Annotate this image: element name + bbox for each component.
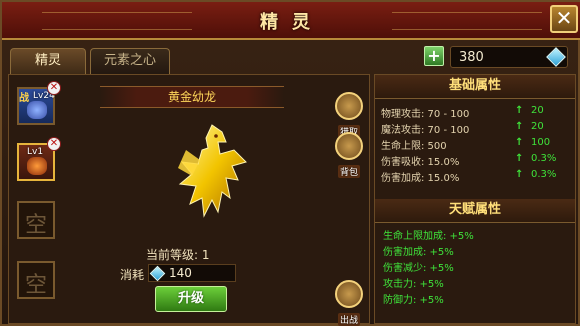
stat-increase: 0.3% (531, 169, 557, 180)
up-arrow-icon: ↑ (515, 153, 524, 164)
pet-slot-1[interactable]: 战 Lv24 ✕ (17, 81, 61, 125)
net-icon (335, 92, 363, 120)
up-arrow-icon: ↑ (515, 105, 524, 116)
talent-row: 伤害减少: +5% (383, 263, 454, 274)
title-bar: 精灵 ✕ (2, 2, 580, 40)
bag-icon (335, 132, 363, 160)
pet-slot-4[interactable]: 空 (17, 261, 55, 299)
empty-slot-label: 空 (24, 273, 47, 298)
hunt-button[interactable]: 猎取 (334, 92, 364, 138)
gem-icon (546, 47, 566, 67)
stat-increase: 0.3% (531, 153, 557, 164)
bag-label: 背包 (337, 165, 360, 178)
add-currency-button[interactable]: + (424, 46, 444, 66)
stat-name: 伤害吸收: 15.0% (381, 157, 460, 168)
battle-button[interactable]: 出战 (334, 280, 364, 326)
empty-slot-label: 空 (24, 213, 47, 238)
currency-display: 380 (450, 46, 568, 68)
close-button[interactable]: ✕ (550, 5, 578, 33)
title-ornament-left (42, 12, 192, 30)
golden-dragon-image (178, 124, 247, 218)
talent-row: 生命上限加成: +5% (383, 231, 474, 242)
pet-slot-2[interactable]: Lv1 ✕ (17, 137, 61, 181)
gem-icon (149, 265, 166, 282)
stat-row: 物理攻击: 70 - 100 ↑ 20 (381, 105, 573, 120)
cost-label: 消耗 (120, 268, 145, 282)
current-level: 当前等级: 1 (146, 248, 210, 262)
bag-button[interactable]: 背包 (334, 132, 364, 178)
stat-name: 魔法攻击: 70 - 100 (381, 125, 470, 136)
dragon-creature-icon (27, 157, 47, 175)
stat-name: 伤害加成: 15.0% (381, 173, 460, 184)
pet-name-banner: 黄金幼龙 (100, 86, 284, 108)
pet-slot-3[interactable]: 空 (17, 201, 55, 239)
talent-row: 攻击力: +5% (383, 279, 444, 290)
pet-window: 精灵 ✕ 精灵 元素之心 + 380 战 Lv24 ✕ Lv1 ✕ 空 空 黄金… (0, 0, 580, 326)
cost-display: 140 (148, 264, 236, 282)
stat-name: 生命上限: 500 (381, 141, 447, 152)
stat-row: 伤害加成: 15.0% ↑ 0.3% (381, 169, 573, 184)
blue-creature-icon (27, 101, 47, 119)
stat-row: 生命上限: 500 ↑ 100 (381, 137, 573, 152)
up-arrow-icon: ↑ (515, 169, 524, 180)
stat-increase: 100 (531, 137, 551, 148)
battle-tag: 战 (19, 93, 29, 104)
tab-element-heart[interactable]: 元素之心 (90, 48, 170, 74)
stat-row: 伤害吸收: 15.0% ↑ 0.3% (381, 153, 573, 168)
talent-attributes-title: 天赋属性 (375, 199, 575, 223)
battle-label: 出战 (337, 313, 360, 326)
title-ornament-right (392, 12, 542, 30)
remove-slot-icon[interactable]: ✕ (47, 81, 61, 95)
cost-value: 140 (169, 266, 192, 280)
slot-level: Lv1 (27, 147, 44, 157)
up-arrow-icon: ↑ (515, 137, 524, 148)
talent-row: 防御力: +5% (383, 295, 444, 306)
remove-slot-icon[interactable]: ✕ (47, 137, 61, 151)
stat-increase: 20 (531, 105, 544, 116)
currency-value: 380 (459, 50, 484, 65)
upgrade-button[interactable]: 升级 (155, 286, 227, 312)
stat-name: 物理攻击: 70 - 100 (381, 109, 470, 120)
stat-increase: 20 (531, 121, 544, 132)
talent-row: 伤害加成: +5% (383, 247, 454, 258)
base-attributes-title: 基础属性 (375, 75, 575, 99)
attributes-panel: 基础属性 物理攻击: 70 - 100 ↑ 20 魔法攻击: 70 - 100 … (374, 74, 576, 324)
stat-row: 魔法攻击: 70 - 100 ↑ 20 (381, 121, 573, 136)
tab-pet[interactable]: 精灵 (10, 48, 86, 74)
window-title: 精灵 (260, 12, 324, 33)
swords-icon (335, 280, 363, 308)
up-arrow-icon: ↑ (515, 121, 524, 132)
